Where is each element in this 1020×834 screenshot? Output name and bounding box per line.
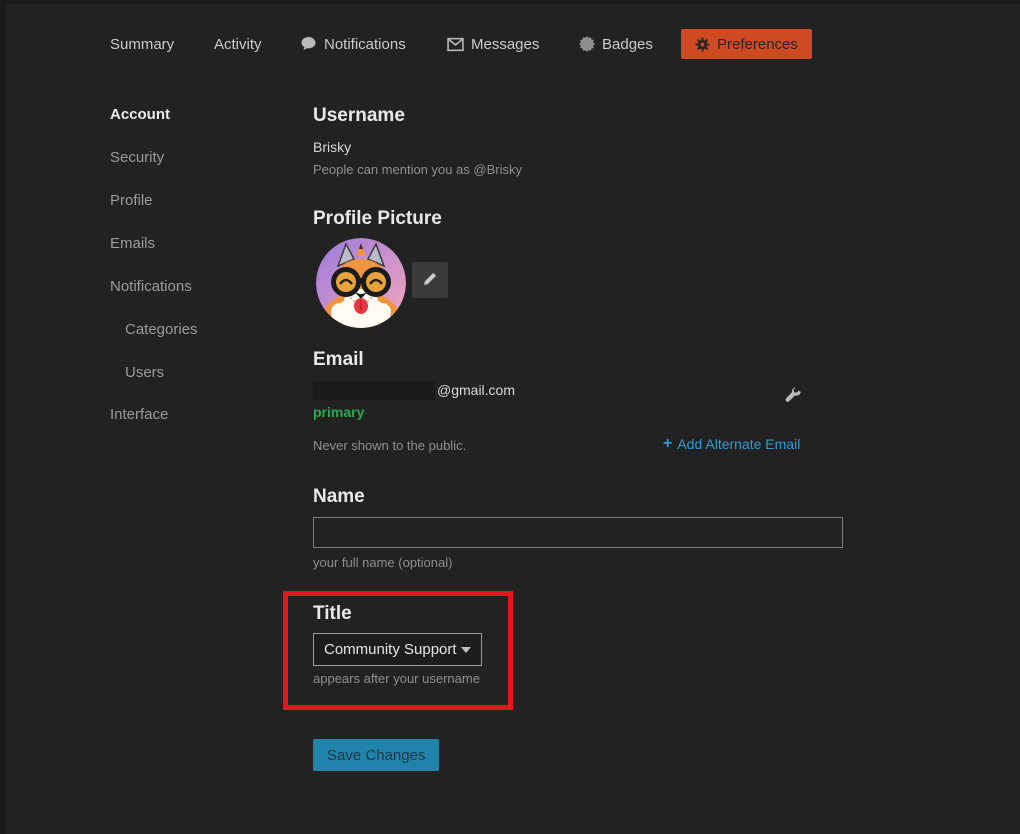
plus-icon: +	[663, 437, 672, 451]
sidebar-item-profile[interactable]: Profile	[110, 192, 153, 209]
tab-activity-label: Activity	[214, 36, 262, 53]
chevron-down-icon	[461, 647, 471, 653]
sidebar-item-security[interactable]: Security	[110, 149, 164, 166]
title-hint: appears after your username	[313, 671, 480, 687]
profile-picture-heading: Profile Picture	[313, 208, 442, 230]
name-hint: your full name (optional)	[313, 555, 452, 571]
sidebar-item-notifications[interactable]: Notifications	[110, 278, 192, 295]
avatar	[316, 238, 406, 328]
preferences-main: Username Brisky People can mention you a…	[313, 4, 843, 834]
pencil-icon	[422, 271, 438, 290]
title-dropdown-value: Community Support	[324, 641, 457, 658]
email-value: @gmail.com	[437, 382, 515, 399]
username-heading: Username	[313, 105, 405, 127]
username-hint: People can mention you as @Brisky	[313, 162, 522, 178]
sidebar-item-emails[interactable]: Emails	[110, 235, 155, 252]
title-heading: Title	[313, 603, 352, 625]
sidebar-item-account[interactable]: Account	[110, 106, 170, 123]
wrench-icon	[784, 392, 802, 407]
tab-summary[interactable]: Summary	[110, 29, 174, 59]
email-hint: Never shown to the public.	[313, 438, 466, 454]
email-heading: Email	[313, 349, 364, 371]
save-changes-button[interactable]: Save Changes	[313, 739, 439, 771]
username-value: Brisky	[313, 139, 351, 156]
edit-avatar-button[interactable]	[412, 262, 448, 298]
preferences-page: Summary Activity Notifications Messages …	[0, 0, 1020, 834]
sidebar-item-categories[interactable]: Categories	[125, 321, 198, 338]
add-alternate-email-link[interactable]: + Add Alternate Email	[663, 436, 800, 452]
sidebar-item-interface[interactable]: Interface	[110, 406, 168, 423]
tab-activity[interactable]: Activity	[214, 29, 262, 59]
email-redaction	[313, 381, 435, 400]
add-alternate-email-label: Add Alternate Email	[677, 436, 800, 452]
sidebar-item-users[interactable]: Users	[125, 364, 164, 381]
name-heading: Name	[313, 486, 365, 508]
email-settings-button[interactable]	[784, 386, 802, 407]
name-input[interactable]	[313, 517, 843, 548]
email-primary-badge: primary	[313, 404, 364, 420]
title-dropdown[interactable]: Community Support	[313, 633, 482, 666]
tab-summary-label: Summary	[110, 36, 174, 53]
